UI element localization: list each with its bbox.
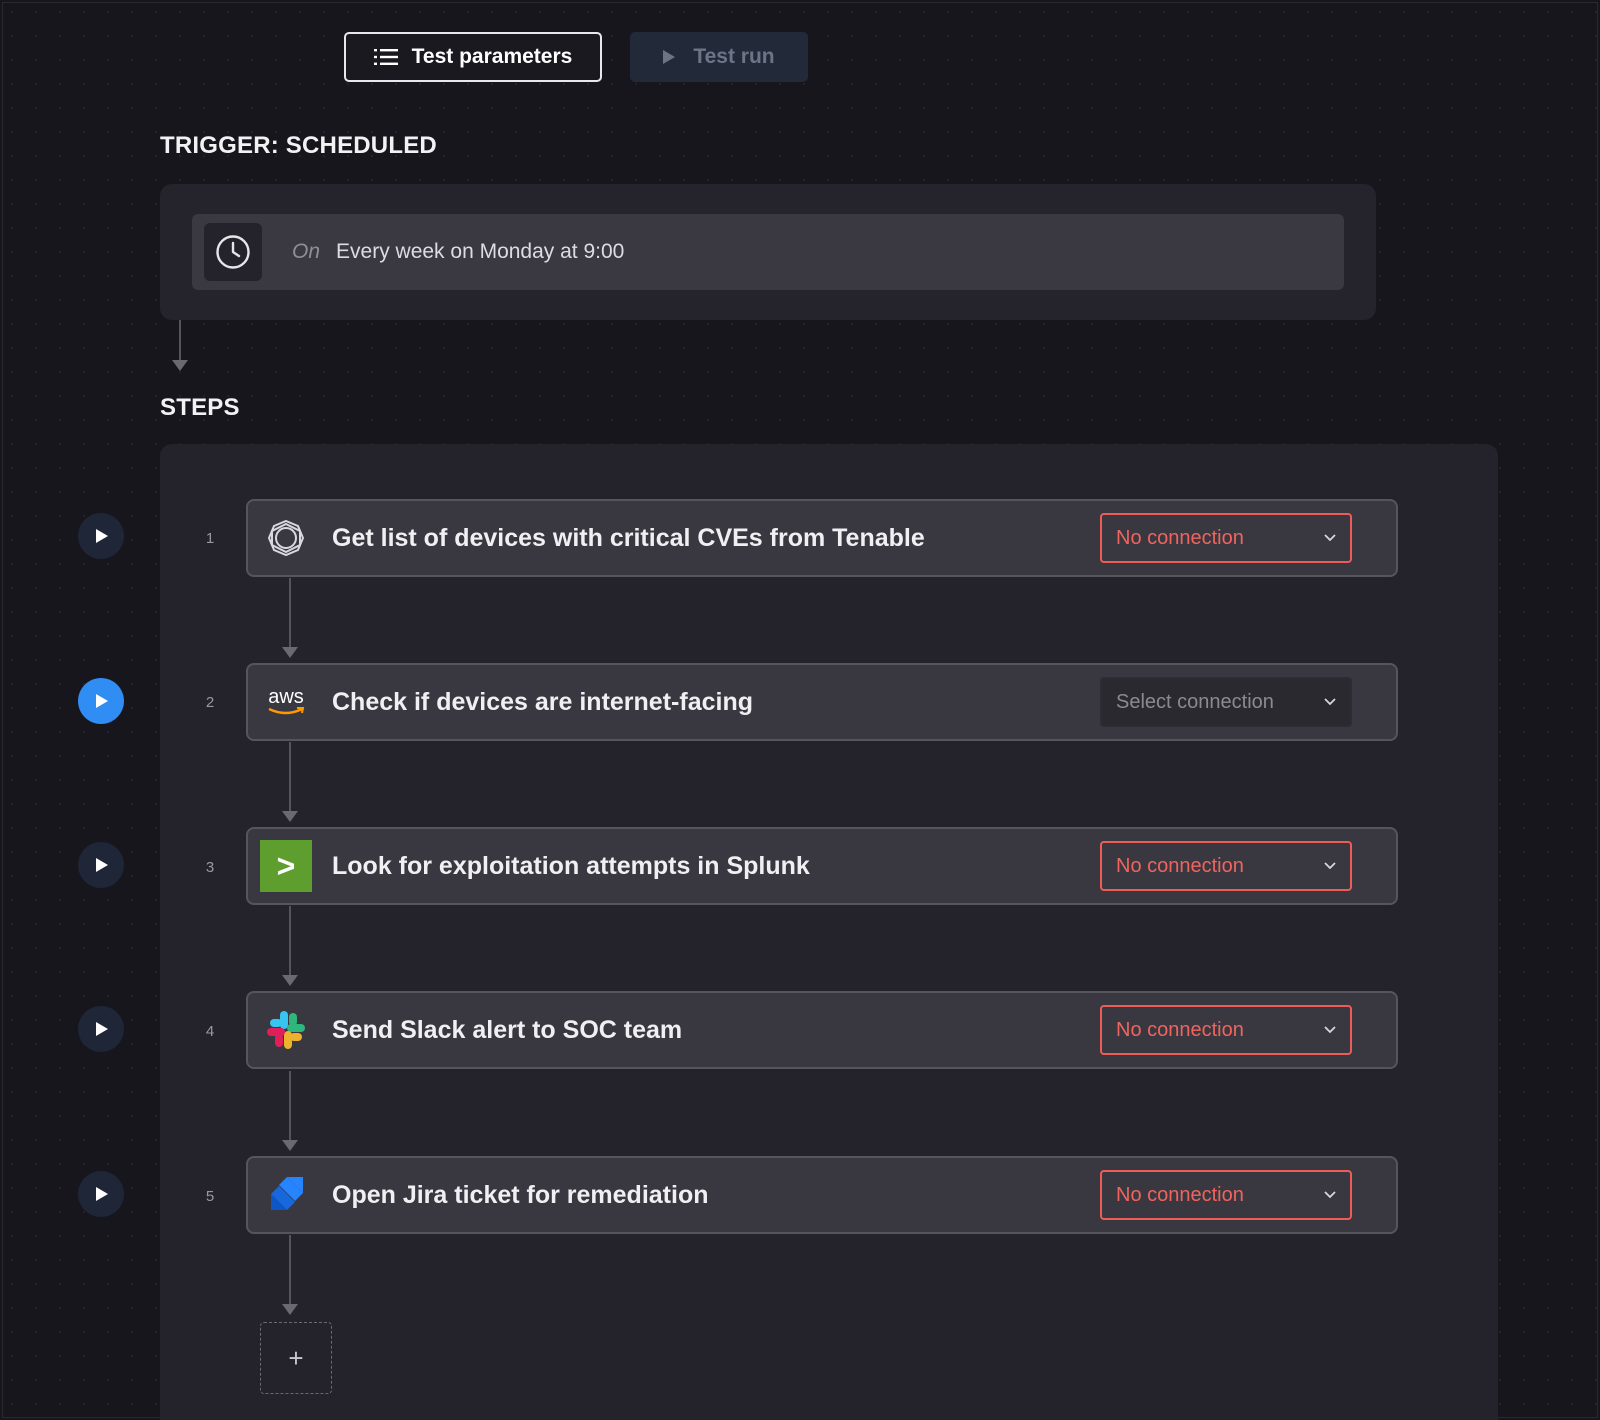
step-number: 3 — [205, 859, 215, 876]
connector-line — [289, 906, 291, 976]
clock-icon-box — [204, 223, 262, 281]
trigger-on-label: On — [292, 240, 321, 263]
step-card-3[interactable]: > Look for exploitation attempts in Splu… — [246, 827, 1398, 905]
trigger-schedule-text: Every week on Monday at 9:00 — [336, 240, 625, 263]
splunk-icon-text: > — [276, 847, 296, 884]
clock-icon — [216, 235, 250, 269]
chevron-down-icon — [1324, 1026, 1336, 1034]
step-title: Send Slack alert to SOC team — [332, 1015, 683, 1044]
run-step-3-button[interactable] — [78, 842, 124, 888]
connector-line — [289, 1235, 291, 1305]
plus-icon: + — [288, 1342, 304, 1373]
connection-value: No connection — [1116, 1183, 1244, 1206]
connector-line — [179, 320, 181, 362]
connection-value: No connection — [1116, 854, 1244, 877]
play-icon — [95, 858, 108, 872]
connection-select-3[interactable]: No connection — [1100, 841, 1352, 891]
step-number: 5 — [205, 1188, 215, 1205]
connection-select-5[interactable]: No connection — [1100, 1170, 1352, 1220]
run-step-4-button[interactable] — [78, 1006, 124, 1052]
tenable-icon — [260, 512, 312, 564]
connection-value: Select connection — [1116, 690, 1274, 713]
chevron-down-icon — [1324, 1191, 1336, 1199]
arrow-down-icon — [282, 811, 298, 822]
connection-select-1[interactable]: No connection — [1100, 513, 1352, 563]
jira-icon — [260, 1169, 312, 1221]
test-run-label: Test run — [693, 45, 775, 68]
aws-icon: aws — [260, 676, 312, 728]
step-number: 2 — [205, 694, 215, 711]
trigger-heading: TRIGGER: SCHEDULED — [160, 132, 437, 159]
connection-select-4[interactable]: No connection — [1100, 1005, 1352, 1055]
connection-select-2[interactable]: Select connection — [1100, 677, 1352, 727]
steps-heading: STEPS — [160, 394, 240, 421]
run-step-2-button[interactable] — [78, 678, 124, 724]
connector-line — [289, 742, 291, 812]
step-title: Get list of devices with critical CVEs f… — [332, 523, 925, 552]
arrow-down-icon — [282, 975, 298, 986]
splunk-icon: > — [260, 840, 312, 892]
arrow-down-icon — [282, 647, 298, 658]
chevron-down-icon — [1324, 698, 1336, 706]
chevron-down-icon — [1324, 862, 1336, 870]
slack-icon — [260, 1004, 312, 1056]
test-parameters-label: Test parameters — [411, 45, 573, 68]
arrow-down-icon — [172, 360, 188, 371]
step-title: Open Jira ticket for remediation — [332, 1180, 709, 1209]
connector-line — [289, 578, 291, 648]
step-card-2[interactable]: aws Check if devices are internet-facing… — [246, 663, 1398, 741]
arrow-down-icon — [282, 1304, 298, 1315]
play-icon — [663, 50, 676, 64]
step-number: 1 — [205, 530, 215, 547]
play-icon — [95, 1187, 108, 1201]
play-icon — [95, 529, 108, 543]
steps-panel — [160, 444, 1498, 1420]
step-card-5[interactable]: Open Jira ticket for remediation No conn… — [246, 1156, 1398, 1234]
step-card-1[interactable]: Get list of devices with critical CVEs f… — [246, 499, 1398, 577]
aws-icon-text: aws — [268, 686, 304, 708]
chevron-down-icon — [1324, 534, 1336, 542]
trigger-schedule-row[interactable]: On Every week on Monday at 9:00 — [192, 214, 1344, 290]
run-step-1-button[interactable] — [78, 513, 124, 559]
play-icon — [95, 694, 108, 708]
add-step-button[interactable]: + — [260, 1322, 332, 1394]
trigger-panel: On Every week on Monday at 9:00 — [160, 184, 1376, 320]
step-card-4[interactable]: Send Slack alert to SOC team No connecti… — [246, 991, 1398, 1069]
list-icon — [373, 49, 398, 65]
play-icon — [95, 1022, 108, 1036]
connector-line — [289, 1071, 291, 1141]
step-title: Look for exploitation attempts in Splunk — [332, 851, 810, 880]
test-run-button[interactable]: Test run — [630, 32, 808, 82]
connection-value: No connection — [1116, 1018, 1244, 1041]
test-parameters-button[interactable]: Test parameters — [344, 32, 602, 82]
step-title: Check if devices are internet-facing — [332, 687, 753, 716]
connection-value: No connection — [1116, 526, 1244, 549]
run-step-5-button[interactable] — [78, 1171, 124, 1217]
step-number: 4 — [205, 1023, 215, 1040]
arrow-down-icon — [282, 1140, 298, 1151]
